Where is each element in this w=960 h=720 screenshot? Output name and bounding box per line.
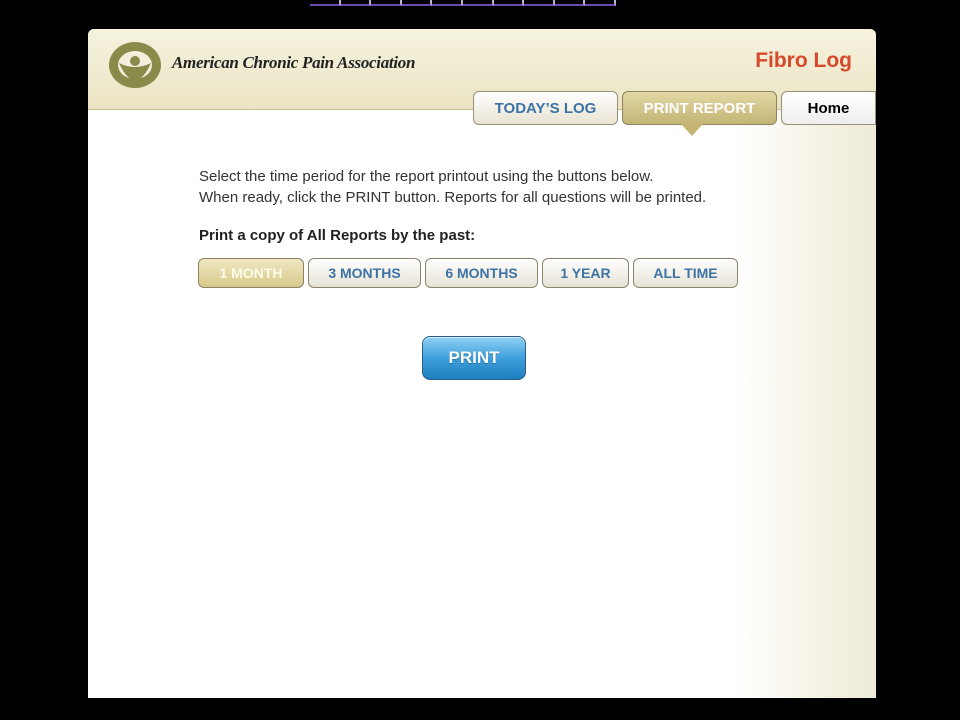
period-1-month-button[interactable]: 1 MONTH: [198, 258, 304, 288]
period-3-months-button[interactable]: 3 MONTHS: [308, 258, 421, 288]
print-button[interactable]: PRINT: [422, 336, 526, 380]
instruction-line-2: When ready, click the PRINT button. Repo…: [199, 189, 707, 206]
instruction-line-1: Select the time period for the report pr…: [199, 168, 654, 185]
tab-print-report[interactable]: PRINT REPORT: [622, 91, 777, 125]
period-1-year-button[interactable]: 1 YEAR: [542, 258, 629, 288]
instructions: Select the time period for the report pr…: [199, 166, 799, 208]
app-window: American Chronic Pain Association Fibro …: [88, 29, 876, 698]
top-link-strip: [310, 0, 616, 6]
app-title: Fibro Log: [755, 49, 852, 72]
period-heading: Print a copy of All Reports by the past:: [199, 227, 476, 244]
tab-todays-log[interactable]: TODAY’S LOG: [473, 91, 618, 125]
tab-home[interactable]: Home: [781, 91, 876, 125]
active-tab-pointer: [681, 124, 703, 136]
period-6-months-button[interactable]: 6 MONTHS: [425, 258, 538, 288]
organization-name: American Chronic Pain Association: [172, 53, 416, 72]
acpa-logo-icon: [109, 42, 161, 88]
period-all-time-button[interactable]: ALL TIME: [633, 258, 738, 288]
